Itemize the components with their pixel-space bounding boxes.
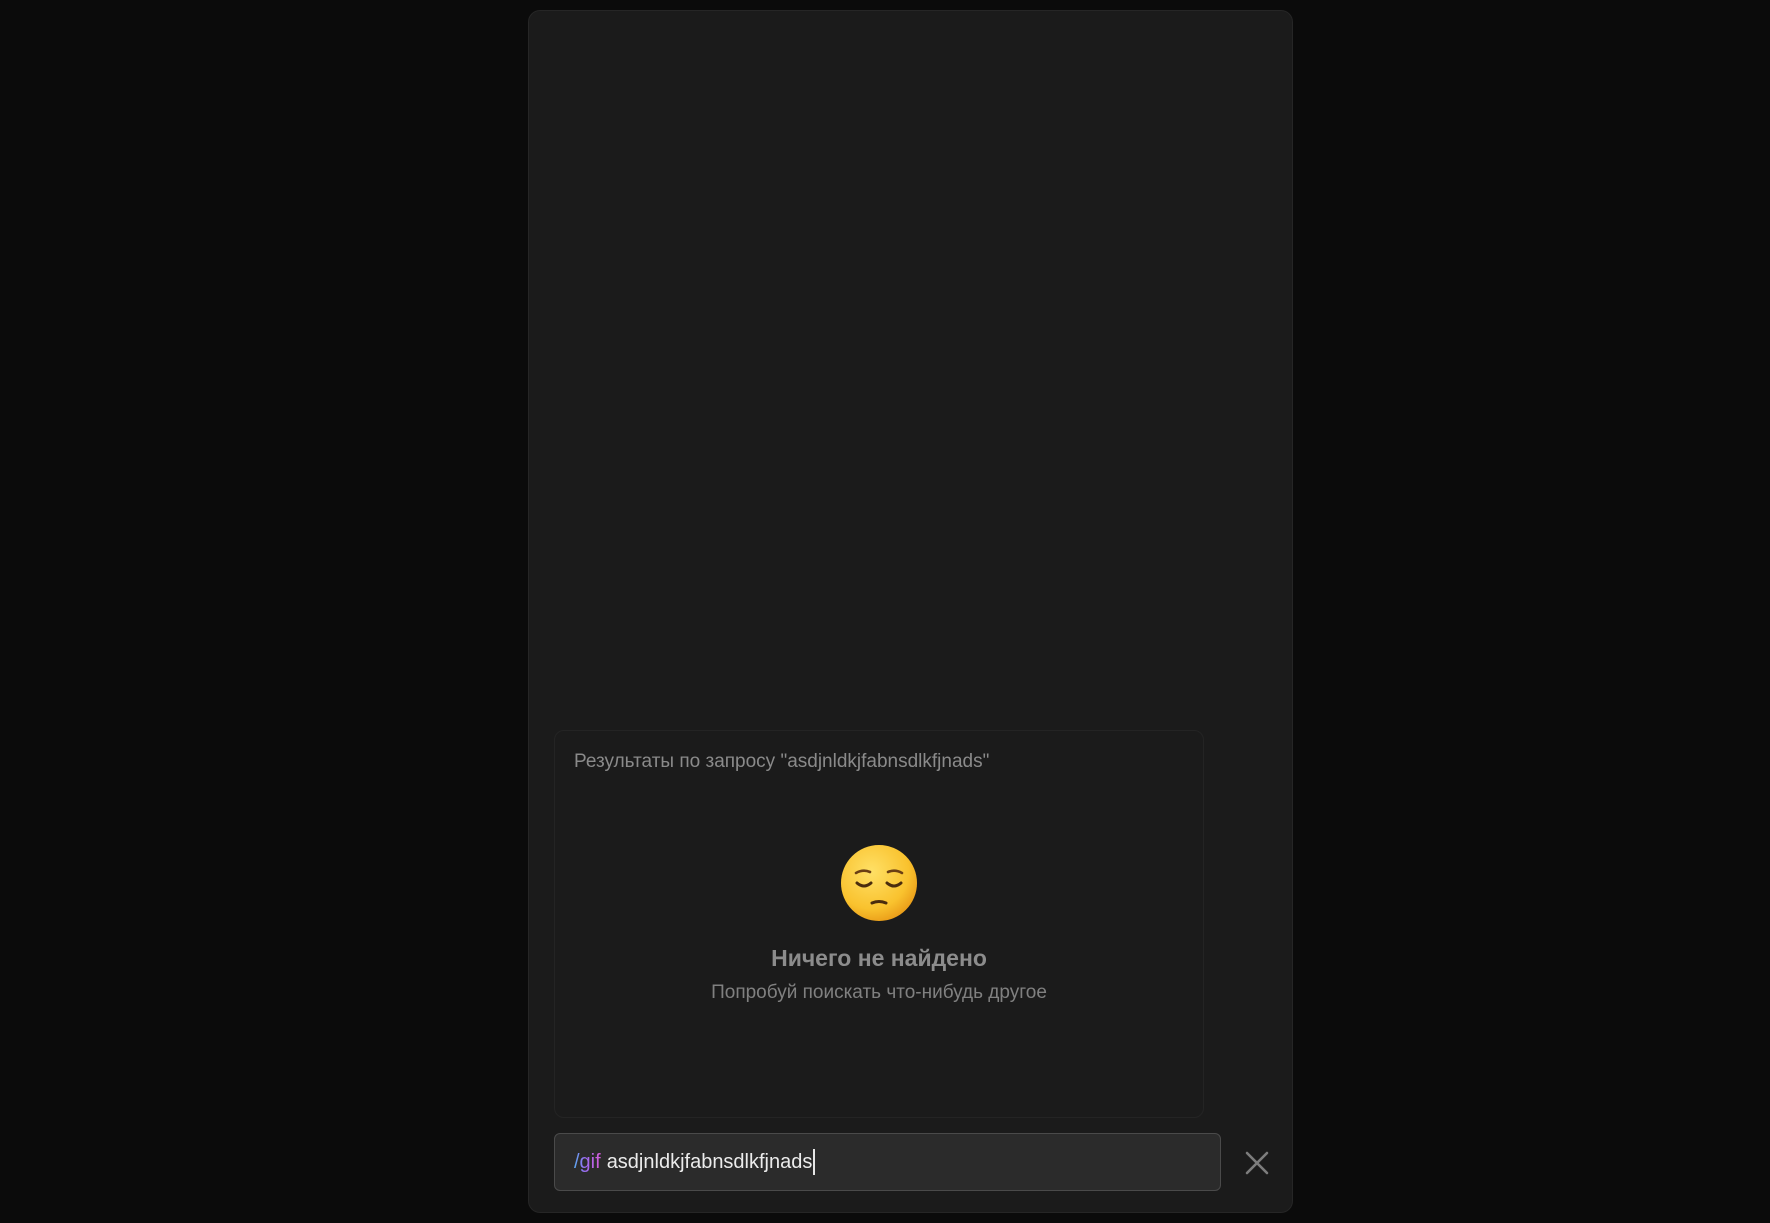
- results-title: Результаты по запросу "asdjnldkjfabnsdlk…: [574, 751, 990, 772]
- empty-state-subtitle: Попробуй поискать что-нибудь другое: [711, 982, 1047, 1003]
- command-prefix: /gif: [574, 1150, 601, 1173]
- empty-state-title: Ничего не найдено: [771, 945, 987, 971]
- query-text: asdjnldkjfabnsdlkfjnads: [606, 1150, 813, 1173]
- pensive-face-emoji-icon: [841, 845, 917, 921]
- message-input[interactable]: /gif asdjnldkjfabnsdlkfjnads: [554, 1133, 1221, 1191]
- close-button[interactable]: [1242, 1148, 1272, 1178]
- text-caret: [813, 1149, 816, 1175]
- empty-state: Ничего не найдено Попробуй поискать что-…: [555, 843, 1203, 1004]
- close-icon: [1245, 1151, 1269, 1175]
- gif-results-popup: Результаты по запросу "asdjnldkjfabnsdlk…: [554, 730, 1204, 1118]
